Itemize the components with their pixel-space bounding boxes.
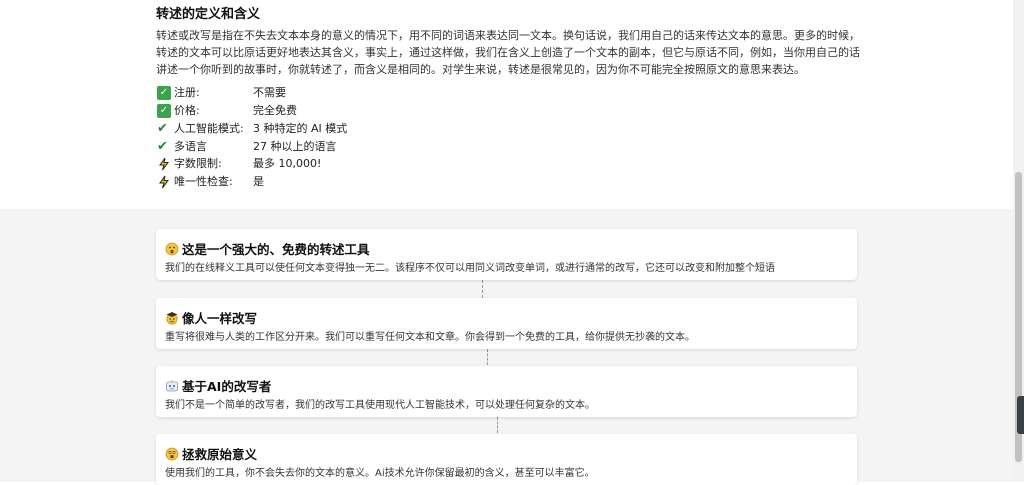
card-title: 像人一样改写 bbox=[182, 311, 258, 326]
robot-icon bbox=[165, 379, 179, 393]
feature-card-human-rewrite: 像人一样改写 重写将很难与人类的工作区分开来。我们可以重写任何文本和文章。你会得… bbox=[156, 298, 857, 349]
check-box-icon: ✓ bbox=[157, 86, 171, 100]
feature-value: 完全免费 bbox=[253, 104, 297, 117]
article-title: 转述的定义和含义 bbox=[156, 7, 261, 22]
card-description: 使用我们的工具，你不会失去你的文本的意义。Ai技术允许你保留最初的含义，甚至可以… bbox=[165, 468, 595, 479]
card-description: 我们不是一个简单的改写者，我们的改写工具使用现代人工智能技术，可以处理任何复杂的… bbox=[165, 400, 595, 411]
feature-value: 3 种特定的 AI 模式 bbox=[253, 122, 348, 135]
feature-label: 多语言 bbox=[174, 140, 207, 153]
feature-label: 字数限制: bbox=[174, 157, 222, 170]
feature-card-save-meaning: 拯救原始意义 使用我们的工具，你不会失去你的文本的意义。Ai技术允许你保留最初的… bbox=[156, 434, 857, 485]
article-section: 转述的定义和含义 转述或改写是指在不失去文本本身的意义的情况下，用不同的词语来表… bbox=[0, 0, 1013, 209]
surprised-face-icon bbox=[165, 447, 179, 461]
card-title: 基于AI的改写者 bbox=[182, 379, 272, 394]
feature-value: 是 bbox=[253, 175, 264, 188]
card-title: 拯救原始意义 bbox=[182, 447, 258, 462]
feature-value: 最多 10,000! bbox=[253, 157, 322, 170]
feature-card-ai-rewriter: 基于AI的改写者 我们不是一个简单的改写者，我们的改写工具使用现代人工智能技术，… bbox=[156, 366, 857, 417]
side-panel-tab[interactable] bbox=[1017, 396, 1024, 434]
card-description: 重写将很难与人类的工作区分开来。我们可以重写任何文本和文章。你会得到一个免费的工… bbox=[165, 332, 695, 343]
timeline-connector bbox=[482, 280, 483, 298]
card-title: 这是一个强大的、免费的转述工具 bbox=[182, 242, 370, 257]
graduate-face-icon bbox=[165, 311, 179, 325]
astonished-face-icon bbox=[165, 242, 179, 256]
timeline-connector bbox=[497, 417, 498, 433]
features-timeline: 这是一个强大的、免费的转述工具 我们的在线释义工具可以使任何文本变得独一无二。该… bbox=[0, 209, 1013, 485]
check-box-icon: ✓ bbox=[157, 104, 171, 118]
feature-card-free-tool: 这是一个强大的、免费的转述工具 我们的在线释义工具可以使任何文本变得独一无二。该… bbox=[156, 229, 857, 280]
feature-label: 价格: bbox=[174, 104, 200, 117]
check-mark-icon: ✔ bbox=[157, 121, 168, 136]
card-description: 我们的在线释义工具可以使任何文本变得独一无二。该程序不仅可以用同义词改变单词，或… bbox=[165, 263, 775, 274]
feature-label: 唯一性检查: bbox=[174, 175, 233, 188]
feature-label: 注册: bbox=[174, 86, 200, 99]
check-mark-icon: ✔ bbox=[157, 139, 168, 154]
feature-value: 不需要 bbox=[253, 86, 286, 99]
feature-value: 27 种以上的语言 bbox=[253, 140, 337, 153]
article-paragraph: 转述或改写是指在不失去文本本身的意义的情况下，用不同的词语来表达同一文本。换句话… bbox=[156, 29, 860, 76]
lightning-icon bbox=[157, 175, 171, 189]
lightning-icon bbox=[157, 157, 171, 171]
feature-label: 人工智能模式: bbox=[174, 122, 244, 135]
timeline-connector bbox=[487, 349, 488, 365]
